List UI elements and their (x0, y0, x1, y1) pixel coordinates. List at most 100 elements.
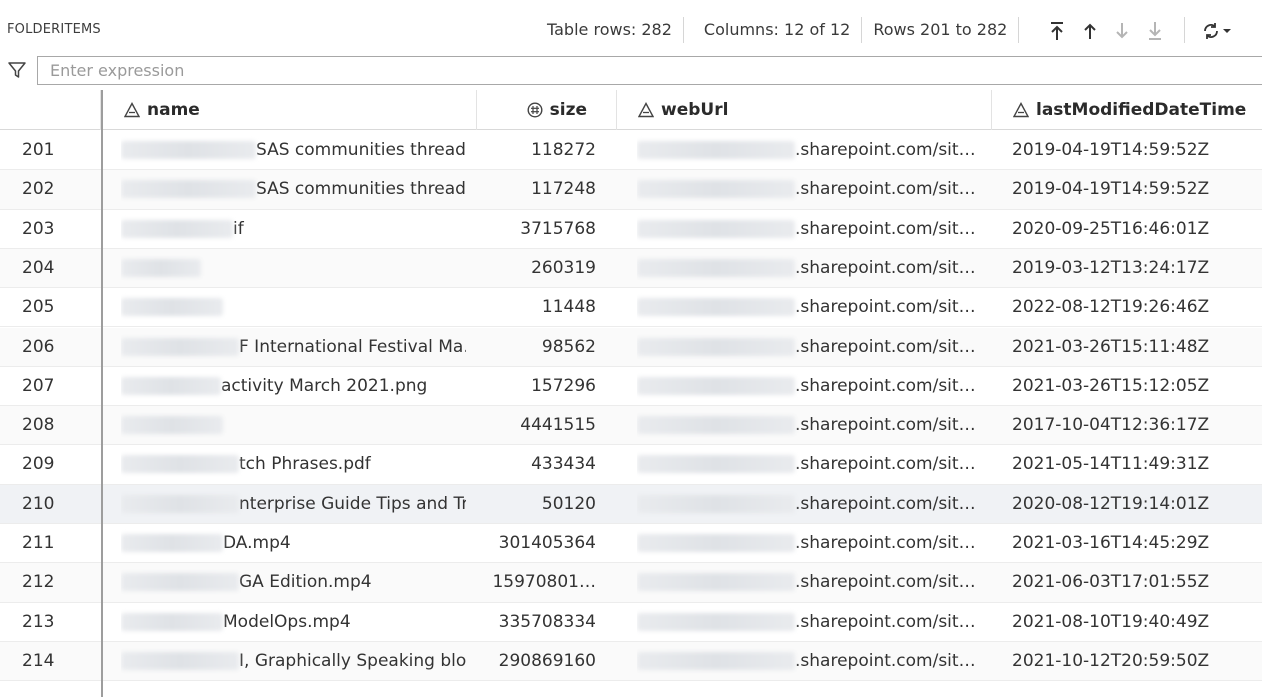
row-number-cell[interactable]: 202 (0, 170, 101, 209)
size-cell[interactable]: 15970801… (477, 563, 596, 602)
table-row[interactable]: 207 activity March 2021.png 157296 .sharepo… (0, 367, 1262, 407)
weburl-cell[interactable]: .sharepoint.com/sit… (637, 328, 977, 367)
filter-bar (0, 56, 1262, 87)
table-row[interactable]: 201 SAS communities thread (2)… 118272 .sha… (0, 131, 1262, 171)
last-modified-cell[interactable]: 2019-03-12T13:24:17Z (1012, 249, 1262, 288)
size-cell[interactable]: 118272 (477, 131, 596, 170)
size-cell[interactable]: 4441515 (477, 406, 596, 445)
table-row[interactable]: 204 260319 .sharepoint.com/sit… 2019-03-12T… (0, 248, 1262, 289)
row-number-cell[interactable]: 213 (0, 603, 101, 642)
name-cell[interactable]: I, Graphically Speaking blo… (121, 642, 466, 681)
row-number-cell[interactable]: 209 (0, 445, 101, 484)
last-modified-cell[interactable]: 2022-08-12T19:26:46Z (1012, 288, 1262, 327)
weburl-cell[interactable]: .sharepoint.com/sit… (637, 170, 977, 209)
last-modified-cell[interactable]: 2021-06-03T17:01:55Z (1012, 563, 1262, 602)
row-number-cell[interactable]: 211 (0, 524, 101, 563)
size-cell[interactable]: 301405364 (477, 524, 596, 563)
column-header-size[interactable]: size (477, 90, 617, 130)
weburl-cell[interactable]: .sharepoint.com/sit… (637, 642, 977, 681)
row-number-cell[interactable]: 212 (0, 563, 101, 602)
name-cell[interactable]: GA Edition.mp4 (121, 563, 466, 602)
name-cell-text: ModelOps.mp4 (223, 611, 351, 632)
weburl-cell[interactable]: .sharepoint.com/sit… (637, 406, 977, 445)
table-row[interactable]: 208 4441515 .sharepoint.com/sit… 2017-10-04… (0, 406, 1262, 446)
row-number-cell[interactable]: 207 (0, 367, 101, 406)
weburl-cell[interactable]: .sharepoint.com/sit… (637, 563, 977, 602)
last-modified-cell[interactable]: 2021-05-14T11:49:31Z (1012, 445, 1262, 484)
expression-input[interactable] (37, 56, 1262, 85)
name-cell[interactable]: F International Festival Ma… (121, 328, 466, 367)
row-number-cell[interactable]: 201 (0, 131, 101, 170)
name-cell[interactable]: nterprise Guide Tips and Tr… (121, 485, 466, 524)
size-cell[interactable]: 260319 (477, 249, 596, 288)
row-number-cell[interactable]: 208 (0, 406, 101, 445)
filter-icon[interactable] (7, 60, 27, 80)
last-modified-cell[interactable]: 2021-08-10T19:40:49Z (1012, 603, 1262, 642)
name-cell[interactable]: SAS communities thread (2)… (121, 131, 466, 170)
last-modified-cell[interactable]: 2017-10-04T12:36:17Z (1012, 406, 1262, 445)
table-row[interactable]: 210 nterprise Guide Tips and Tr… 50120 .sha… (0, 484, 1262, 524)
name-cell[interactable]: tch Phrases.pdf (121, 445, 466, 484)
size-cell[interactable]: 157296 (477, 367, 596, 406)
table-row[interactable]: 206 F International Festival Ma… 98562 .sha… (0, 327, 1262, 367)
redacted-text (121, 376, 221, 395)
name-cell[interactable]: ModelOps.mp4 (121, 603, 466, 642)
size-cell[interactable]: 3715768 (477, 210, 596, 249)
table-row[interactable]: 209 tch Phrases.pdf 433434 .sharepoint.com/… (0, 445, 1262, 485)
column-header-name[interactable]: name (103, 90, 477, 130)
weburl-cell[interactable]: .sharepoint.com/sit… (637, 210, 977, 249)
name-cell[interactable]: activity March 2021.png (121, 367, 466, 406)
table-row[interactable]: 202 SAS communities thread.msg 117248 .shar… (0, 170, 1262, 210)
weburl-cell[interactable]: .sharepoint.com/sit… (637, 603, 977, 642)
size-cell[interactable]: 433434 (477, 445, 596, 484)
row-number-cell[interactable]: 214 (0, 642, 101, 681)
row-number-cell[interactable]: 204 (0, 249, 101, 288)
last-modified-cell[interactable]: 2019-04-19T14:59:52Z (1012, 170, 1262, 209)
weburl-cell[interactable]: .sharepoint.com/sit… (637, 367, 977, 406)
size-cell[interactable]: 290869160 (477, 642, 596, 681)
row-number-cell[interactable]: 206 (0, 328, 101, 367)
last-modified-cell[interactable]: 2019-04-19T14:59:52Z (1012, 131, 1262, 170)
weburl-cell[interactable]: .sharepoint.com/sit… (637, 485, 977, 524)
name-cell[interactable]: DA.mp4 (121, 524, 466, 563)
row-number-cell[interactable]: 205 (0, 288, 101, 327)
table-row[interactable]: 205 11448 .sharepoint.com/sit… 2022-08-12T1… (0, 288, 1262, 328)
last-modified-cell[interactable]: 2021-03-26T15:12:05Z (1012, 367, 1262, 406)
weburl-cell[interactable]: .sharepoint.com/sit… (637, 445, 977, 484)
first-page-button[interactable] (1046, 18, 1068, 44)
last-modified-cell[interactable]: 2020-09-25T16:46:01Z (1012, 210, 1262, 249)
redacted-text (637, 180, 795, 199)
name-cell[interactable] (121, 288, 466, 327)
next-page-button[interactable] (1111, 18, 1133, 44)
last-modified-cell[interactable]: 2021-03-26T15:11:48Z (1012, 328, 1262, 367)
refresh-menu-button[interactable] (1200, 18, 1234, 44)
name-cell[interactable] (121, 406, 466, 445)
last-page-button[interactable] (1144, 18, 1166, 44)
size-cell[interactable]: 50120 (477, 485, 596, 524)
name-cell[interactable] (121, 249, 466, 288)
last-modified-cell[interactable]: 2021-10-12T20:59:50Z (1012, 642, 1262, 681)
size-cell-text: 260319 (531, 257, 596, 278)
weburl-cell[interactable]: .sharepoint.com/sit… (637, 249, 977, 288)
name-cell[interactable]: if (121, 210, 466, 249)
size-cell[interactable]: 335708334 (477, 603, 596, 642)
name-cell[interactable]: SAS communities thread.msg (121, 170, 466, 209)
column-header-lastmodified[interactable]: lastModifiedDateTime (992, 90, 1262, 130)
column-header-weburl[interactable]: webUrl (617, 90, 992, 130)
weburl-cell[interactable]: .sharepoint.com/sit… (637, 131, 977, 170)
row-number-cell[interactable]: 210 (0, 485, 101, 524)
weburl-cell[interactable]: .sharepoint.com/sit… (637, 288, 977, 327)
table-row[interactable]: 211 DA.mp4 301405364 .sharepoint.com/sit… 20… (0, 524, 1262, 564)
previous-page-button[interactable] (1079, 18, 1101, 44)
table-row[interactable]: 214 I, Graphically Speaking blo… 290869160… (0, 641, 1262, 682)
size-cell[interactable]: 117248 (477, 170, 596, 209)
table-row[interactable]: 212 GA Edition.mp4 15970801… .sharepoint.co… (0, 563, 1262, 603)
table-row[interactable]: 213 ModelOps.mp4 335708334 .sharepoint.com/… (0, 603, 1262, 642)
row-number-cell[interactable]: 203 (0, 210, 101, 249)
last-modified-cell[interactable]: 2021-03-16T14:45:29Z (1012, 524, 1262, 563)
size-cell[interactable]: 11448 (477, 288, 596, 327)
size-cell[interactable]: 98562 (477, 328, 596, 367)
last-modified-cell[interactable]: 2020-08-12T19:14:01Z (1012, 485, 1262, 524)
table-row[interactable]: 203 if 3715768 .sharepoint.com/sit… 2020-09-… (0, 210, 1262, 249)
weburl-cell[interactable]: .sharepoint.com/sit… (637, 524, 977, 563)
